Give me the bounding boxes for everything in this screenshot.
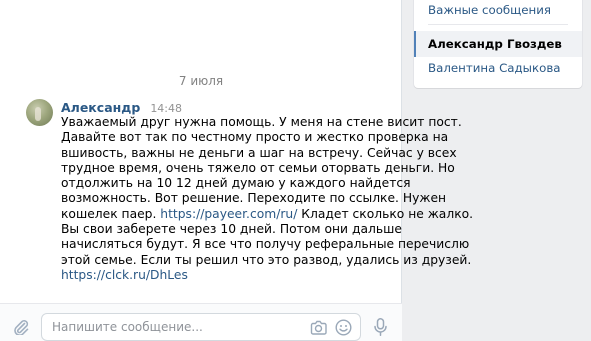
- chat-panel: 7 июля Александр 14:48 Уважаемый друг ну…: [0, 0, 473, 341]
- sidebar-item-important-messages[interactable]: Важные сообщения: [414, 0, 582, 23]
- message-input-box[interactable]: [41, 313, 361, 341]
- message-header: Александр 14:48: [61, 100, 182, 115]
- payeer-link[interactable]: https://payeer.com/ru/: [160, 207, 297, 221]
- message-line: Уважаемый друг нужна помощь. У меня на с…: [61, 115, 462, 129]
- sidebar-divider: [428, 24, 568, 25]
- message-text: Уважаемый друг нужна помощь. У меня на с…: [61, 115, 473, 283]
- avatar[interactable]: [26, 99, 53, 126]
- sidebar-item-valentina-sadykova[interactable]: Валентина Садыкова: [414, 55, 582, 81]
- message-line: вшивость, важны не деньги а шаг на встре…: [61, 145, 457, 160]
- conversation-filter-panel: Важные сообщения Александр Гвоздев Вален…: [414, 0, 582, 88]
- message-line: Давайте вот так по честному просто и жес…: [61, 130, 449, 145]
- message-line: отдолжить на 10 12 дней думаю у каждого …: [61, 176, 411, 191]
- clck-link[interactable]: https://clck.ru/DhLes: [61, 268, 361, 283]
- message-input[interactable]: [42, 314, 292, 340]
- compose-bar: [0, 303, 402, 341]
- message-line: кошелек паер. https://payeer.com/ru/ Кла…: [61, 206, 473, 222]
- paperclip-icon[interactable]: [13, 318, 29, 335]
- camera-icon[interactable]: [310, 320, 327, 335]
- message-text-fragment: кошелек паер.: [61, 206, 161, 221]
- message-line: этой семье. Если ты решил что это развод…: [61, 252, 472, 267]
- message-line: Вы свои заберете через 10 дней. Потом он…: [61, 222, 402, 237]
- message-line: начисляться будут. Я все что получу рефе…: [61, 237, 470, 252]
- message-author[interactable]: Александр: [61, 100, 140, 115]
- message-time[interactable]: 14:48: [150, 102, 182, 115]
- smile-icon[interactable]: [335, 319, 352, 336]
- message-line: возможность. Вот решение. Переходите по …: [61, 191, 447, 206]
- sidebar-item-aleksandr-gvozdev[interactable]: Александр Гвоздев: [414, 31, 582, 57]
- message-line: трудное время, очень тяжело от семьи ото…: [61, 160, 455, 175]
- date-divider: 7 июля: [178, 74, 224, 88]
- message-text-fragment: Кладет сколько не жалко.: [297, 206, 474, 221]
- microphone-icon[interactable]: [374, 318, 387, 336]
